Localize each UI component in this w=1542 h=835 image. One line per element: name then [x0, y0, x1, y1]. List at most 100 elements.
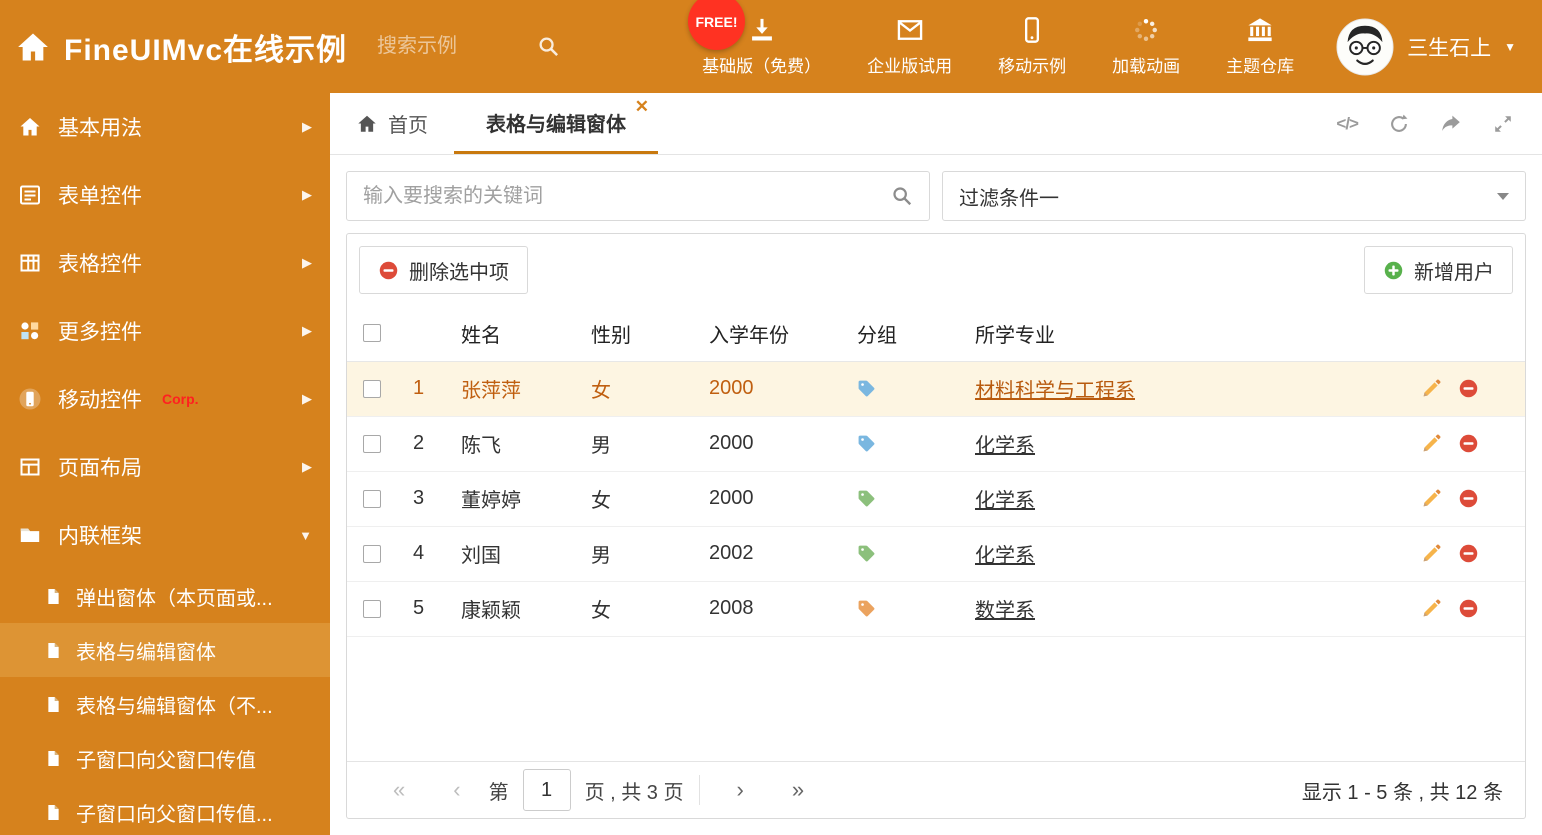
- delete-icon[interactable]: [1458, 378, 1479, 399]
- table-row[interactable]: 2 陈飞 男 2000 化学系: [347, 416, 1525, 472]
- sidebar-item-grid-controls[interactable]: 表格控件 ▶: [0, 229, 330, 297]
- tag-icon: [857, 489, 959, 508]
- row-checkbox[interactable]: [363, 544, 381, 563]
- sidebar-subitem-child-to-parent[interactable]: 子窗口向父窗口传值: [0, 731, 330, 785]
- chevron-right-icon: ▶: [302, 119, 312, 134]
- next-page-button[interactable]: ›: [712, 777, 767, 803]
- nav-label: 移动示例: [998, 57, 1067, 76]
- row-checkbox[interactable]: [363, 434, 381, 453]
- filter-dropdown[interactable]: 过滤条件一: [942, 171, 1526, 221]
- major-link[interactable]: 化学系: [975, 435, 1035, 457]
- search-icon[interactable]: [891, 185, 913, 207]
- nav-item-enterprise-trial[interactable]: 企业版试用: [847, 16, 972, 77]
- sidebar-subitem-grid-edit-window-2[interactable]: 表格与编辑窗体（不...: [0, 677, 330, 731]
- add-user-label: 新增用户: [1414, 261, 1494, 284]
- layout-icon: [18, 455, 42, 479]
- delete-icon[interactable]: [1458, 543, 1479, 564]
- content-area: 过滤条件一 删除选中项: [330, 155, 1542, 835]
- table-row[interactable]: 5 康颖颖 女 2008 数学系: [347, 581, 1525, 637]
- major-link[interactable]: 化学系: [975, 490, 1035, 512]
- tab-bar: 首页 表格与编辑窗体 ✕ </>: [330, 93, 1542, 155]
- top-header: FineUIMvc在线示例 FREE! 基础版（免费） 企业版试用: [0, 0, 1542, 93]
- edit-icon[interactable]: [1421, 378, 1442, 399]
- sidebar-subitem-grid-edit-window[interactable]: 表格与编辑窗体: [0, 623, 330, 677]
- home-icon: [18, 115, 42, 139]
- row-checkbox[interactable]: [363, 599, 381, 618]
- sidebar-subitem-popup-window[interactable]: 弹出窗体（本页面或...: [0, 569, 330, 623]
- first-page-button[interactable]: «: [369, 777, 429, 803]
- cell-gender: 女: [583, 361, 701, 417]
- last-page-button[interactable]: »: [768, 777, 828, 803]
- chevron-down-icon: ▼: [1504, 39, 1516, 54]
- nav-label: 加载动画: [1112, 57, 1181, 76]
- table-row[interactable]: 1 张萍萍 女 2000 材料科学与工程系: [347, 361, 1525, 417]
- table-row[interactable]: 4 刘国 男 2002 化学系: [347, 526, 1525, 582]
- row-checkbox[interactable]: [363, 379, 381, 398]
- share-icon[interactable]: [1440, 113, 1462, 135]
- tab-label: 首页: [388, 115, 428, 137]
- edit-icon[interactable]: [1421, 433, 1442, 454]
- edit-icon[interactable]: [1421, 598, 1442, 619]
- grid-panel: 删除选中项 新增用户 姓名 性别 入学年份 分组 所学专业 1 张萍萍 女 20…: [346, 233, 1526, 819]
- sidebar-subitem-child-to-parent-2[interactable]: 子窗口向父窗口传值...: [0, 785, 330, 835]
- cell-gender: 女: [583, 471, 701, 527]
- sidebar-item-basic-usage[interactable]: 基本用法 ▶: [0, 93, 330, 161]
- refresh-icon[interactable]: [1388, 113, 1410, 135]
- table-header-row: 姓名 性别 入学年份 分组 所学专业: [347, 306, 1525, 362]
- major-link[interactable]: 化学系: [975, 545, 1035, 567]
- header-search-input[interactable]: [377, 35, 528, 58]
- chevron-right-icon: ▶: [302, 255, 312, 270]
- main-area: 首页 表格与编辑窗体 ✕ </> 输入要搜索的关键词 过滤条件一 删除选中项 新…: [330, 93, 1542, 835]
- table-row[interactable]: 3 董婷婷 女 2000 化学系: [347, 471, 1525, 527]
- nav-item-theme-store[interactable]: 主题仓库: [1206, 16, 1314, 77]
- source-code-icon[interactable]: </>: [1336, 114, 1359, 134]
- cell-year: 2000: [701, 416, 849, 472]
- col-index: [405, 306, 453, 362]
- cell-gender: 男: [583, 526, 701, 582]
- delete-icon[interactable]: [1458, 488, 1479, 509]
- edit-icon[interactable]: [1421, 488, 1442, 509]
- select-all-checkbox[interactable]: [363, 324, 381, 343]
- prev-page-button[interactable]: ‹: [429, 777, 484, 803]
- add-user-button[interactable]: 新增用户: [1364, 246, 1513, 294]
- page-number-input[interactable]: [522, 769, 571, 811]
- delete-icon[interactable]: [1458, 433, 1479, 454]
- header-search: [377, 35, 560, 58]
- col-gender: 性别: [583, 306, 701, 362]
- sidebar-item-inline-frame[interactable]: 内联框架 ▼: [0, 501, 330, 569]
- col-actions: [1413, 306, 1525, 362]
- edit-icon[interactable]: [1421, 543, 1442, 564]
- chevron-right-icon: ▶: [302, 323, 312, 338]
- keyword-search-input[interactable]: [363, 184, 881, 208]
- tab-home[interactable]: 首页: [330, 93, 454, 154]
- mail-icon: [896, 16, 924, 44]
- expand-icon[interactable]: [1492, 113, 1514, 135]
- sidebar-item-label: 基本用法: [58, 117, 142, 140]
- folder-icon: [18, 523, 42, 547]
- file-icon: [44, 749, 63, 768]
- nav-label: 基础版（免费）: [702, 57, 822, 76]
- filter-row: 过滤条件一: [346, 171, 1526, 221]
- row-checkbox[interactable]: [363, 489, 381, 508]
- nav-item-loading-anim[interactable]: 加载动画: [1092, 16, 1200, 77]
- nav-label: 企业版试用: [867, 57, 953, 76]
- brand[interactable]: FineUIMvc在线示例: [0, 25, 347, 69]
- delete-selected-button[interactable]: 删除选中项: [359, 246, 528, 294]
- nav-item-mobile-demo[interactable]: 移动示例: [978, 16, 1086, 77]
- search-icon[interactable]: [537, 35, 560, 58]
- sidebar-item-page-layout[interactable]: 页面布局 ▶: [0, 433, 330, 501]
- major-link[interactable]: 数学系: [975, 600, 1035, 622]
- user-menu[interactable]: 三生石上 ▼: [1314, 17, 1542, 76]
- close-icon[interactable]: ✕: [635, 98, 649, 115]
- delete-icon[interactable]: [1458, 598, 1479, 619]
- sidebar-item-more-controls[interactable]: 更多控件 ▶: [0, 297, 330, 365]
- sidebar-item-label: 表单控件: [58, 185, 142, 208]
- sidebar-item-form-controls[interactable]: 表单控件 ▶: [0, 161, 330, 229]
- sidebar-item-mobile-controls[interactable]: 移动控件 Corp. ▶: [0, 365, 330, 433]
- row-index: 3: [405, 471, 453, 527]
- cell-year: 2000: [701, 361, 849, 417]
- form-icon: [18, 183, 42, 207]
- body-row: 基本用法 ▶ 表单控件 ▶ 表格控件 ▶ 更多控件 ▶ 移动控件 Corp. ▶…: [0, 93, 1542, 835]
- major-link[interactable]: 材料科学与工程系: [975, 380, 1135, 402]
- tab-grid-edit-window[interactable]: 表格与编辑窗体 ✕: [454, 93, 658, 154]
